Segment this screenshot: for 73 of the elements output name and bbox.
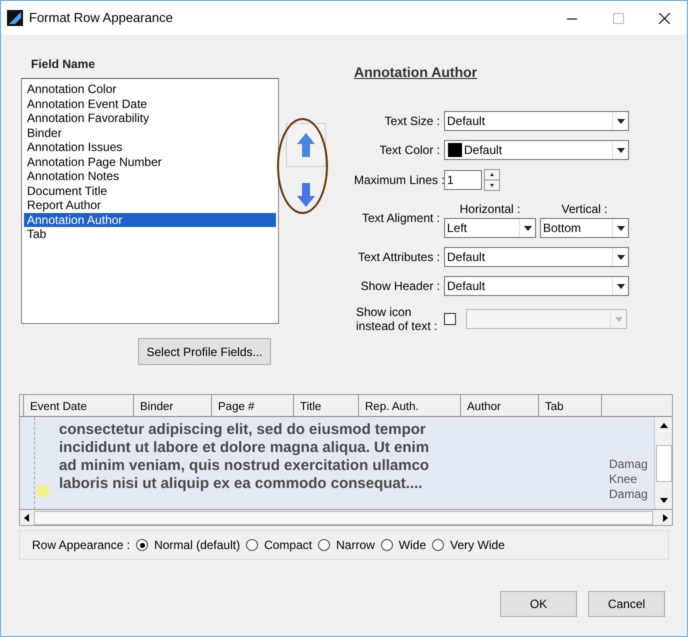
column-header[interactable]: Binder [134,395,212,416]
column-label: Horizontal : [458,201,522,218]
preview-text: ad minim veniam, quis nostrud exercitation ullamco [59,457,430,475]
setting-label: Show icon instead of text : [355,305,438,333]
caret-icon[interactable] [616,284,624,288]
radio-label: Normal (default) [154,537,240,554]
cell-text: Knee [609,472,638,487]
dropdown[interactable]: Default [444,247,629,267]
list-item[interactable]: Annotation Author [24,212,276,227]
list-item[interactable]: Annotation Event Date [24,96,276,111]
preview-text: laboris nisi ut aliquip ex ea commodo consequat.... [59,475,424,493]
up-arrow-icon [296,132,316,158]
list-item[interactable]: Annotation Notes [24,169,276,184]
setting-label: Maximum Lines : [354,172,444,189]
column-header[interactable]: Event Date [24,395,134,416]
radio-button[interactable] [380,539,393,551]
list-item[interactable]: Annotation Color [24,82,276,96]
caret-icon[interactable] [616,254,624,260]
down-arrow-icon [296,182,316,208]
move-up-button[interactable] [286,123,326,167]
radio-label: Wide [398,537,426,554]
app-icon [7,10,23,26]
radio-button[interactable] [432,539,444,551]
radio-button[interactable] [246,539,258,551]
lines-input[interactable]: 1 [444,170,482,190]
dropdown[interactable]: Bottom [540,218,629,238]
column-header[interactable]: Page # [212,395,294,416]
close-icon[interactable] [658,12,670,24]
list-item[interactable]: Report Author [24,198,276,212]
list-item[interactable]: Annotation Favorability [24,111,276,126]
setting-label: Text Aligment : [360,210,441,226]
radio-label: Very Wide [450,537,505,554]
setting-label: Show Header : [360,278,441,295]
preview-text: consectetur adipiscing elit, sed do eiusmod tempor [59,421,427,439]
dropdown[interactable]: Left [444,218,536,238]
dialog-button[interactable]: Cancel [588,591,665,617]
column-header[interactable]: Tab [539,395,602,416]
radio-button[interactable] [318,539,330,551]
cell-text: Damag [609,457,648,472]
radio-label: Compact [264,537,312,554]
column-header[interactable]: Author [461,395,539,416]
setting-label: Text Size : [384,113,441,130]
caret-icon[interactable] [616,118,624,124]
column-label: Vertical : [560,201,609,218]
column-header[interactable]: Rep. Auth. [359,395,461,416]
preview-text: incididunt ut labore et dolore magna aliqua. Ut enim [59,439,430,457]
vertical-scrollbar[interactable] [654,417,672,509]
list-item[interactable]: Tab [24,227,276,242]
radio-button[interactable] [136,539,148,551]
group-label: Row Appearance : [32,537,130,554]
window-title: Format Row Appearance [29,9,174,28]
dialog-button[interactable]: OK [500,591,577,617]
list-item[interactable]: Annotation Page Number [24,154,276,169]
radio-label: Narrow [336,537,375,554]
list-item[interactable]: Annotation Issues [24,140,276,154]
column-header[interactable]: Title [294,395,359,416]
dropdown[interactable]: Default [444,276,629,296]
caret-icon[interactable] [616,148,624,152]
select-profile-fields-button[interactable]: Select Profile Fields... [138,338,271,365]
caret-icon[interactable] [616,226,624,230]
section-heading: Annotation Author [354,63,478,82]
list-item[interactable]: Binder [24,126,276,140]
caret-icon[interactable] [524,226,532,230]
dropdown[interactable]: Default [444,111,629,131]
list-item[interactable]: Document Title [24,184,276,198]
setting-label: Text Attributes : [356,249,441,266]
color-tag-icon [37,485,49,497]
setting-label: Text Color : [378,142,441,159]
horizontal-scrollbar[interactable] [20,509,672,525]
spin-buttons-icon[interactable] [484,169,500,191]
color-dropdown[interactable]: Default [444,140,629,160]
list-heading: Field Name [31,56,96,73]
cell-text: Damag [609,487,648,502]
